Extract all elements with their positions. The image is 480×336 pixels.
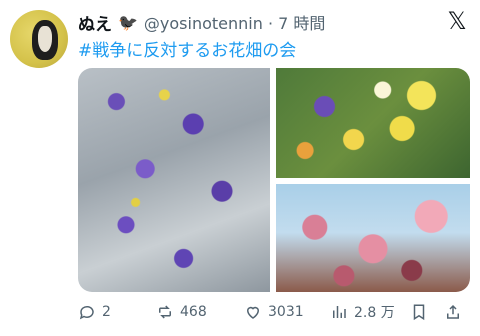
reply-button[interactable]: 2: [78, 300, 111, 324]
image-pansies[interactable]: [276, 68, 470, 178]
avatar-face: [32, 20, 58, 60]
speech-bubble-icon: [79, 305, 94, 320]
x-logo-icon[interactable]: 𝕏: [444, 8, 470, 34]
bird-icon: 🐦‍⬛: [118, 12, 138, 32]
bar-chart-icon: [333, 306, 346, 318]
like-button[interactable]: 3031: [244, 300, 304, 324]
image-purple-sage[interactable]: [78, 68, 270, 292]
bookmark-icon: [413, 304, 425, 321]
share-icon: [447, 304, 459, 319]
repost-icon: [159, 305, 171, 319]
action-bar: 2 468 3031 2.8 万: [78, 300, 470, 324]
post-header: ぬえ 🐦‍⬛ @yosinotennin · 7 時間: [78, 10, 325, 35]
heart-icon: [246, 306, 260, 319]
repost-button[interactable]: 468: [156, 300, 207, 324]
author-name[interactable]: ぬえ: [78, 10, 112, 35]
like-count: 3031: [268, 304, 304, 320]
reply-count: 2: [102, 304, 111, 320]
bookmark-button[interactable]: [410, 300, 428, 324]
media-grid: [78, 68, 470, 292]
post-text-hashtag[interactable]: #戦争に反対するお花畑の会: [78, 36, 296, 61]
avatar[interactable]: [10, 10, 68, 68]
view-count: 2.8 万: [354, 305, 395, 321]
image-dogwood[interactable]: [276, 184, 470, 292]
author-handle-time[interactable]: @yosinotennin · 7 時間: [144, 10, 325, 34]
repost-count: 468: [180, 304, 207, 320]
share-button[interactable]: [444, 300, 462, 324]
views-button[interactable]: 2.8 万: [330, 300, 395, 324]
